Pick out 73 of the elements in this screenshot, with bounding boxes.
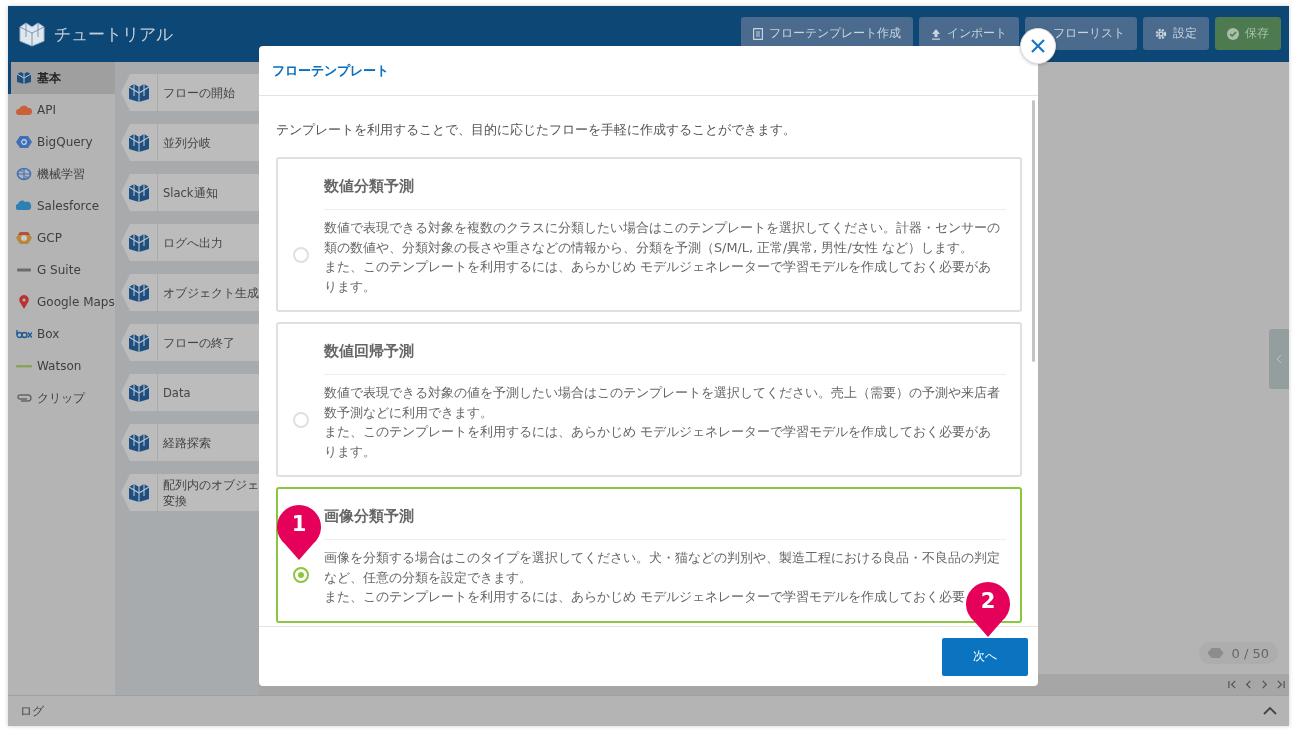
cube-logo-icon bbox=[18, 21, 46, 47]
sidebar-item[interactable]: クリップ bbox=[8, 382, 115, 414]
radio-button[interactable] bbox=[293, 246, 309, 263]
flow-node[interactable]: フローの終了 bbox=[121, 324, 259, 361]
flow-node[interactable]: Slack通知 bbox=[121, 174, 259, 211]
cube-icon bbox=[128, 182, 150, 203]
flow-node[interactable]: オブジェクト生成 bbox=[121, 274, 259, 311]
template-card[interactable]: 数値回帰予測 数値で表現できる対象の値を予測したい場合はこのテンプレートを選択してください。売上（需要）の予測や来店者数予測などに利用できます。 また、このテンプレートを利用するには、あらかじめ モデルジェネレーターで学習モデルを作成しておく必要があります。 bbox=[276, 322, 1022, 477]
cube-icon bbox=[128, 432, 150, 453]
hexagon-icon bbox=[16, 231, 32, 245]
cube-icon bbox=[128, 232, 150, 253]
cloud-icon bbox=[16, 103, 32, 117]
paperclip-icon bbox=[16, 391, 32, 405]
chevron-left-icon bbox=[1276, 354, 1282, 364]
template-description: 数値で表現できる対象を複数のクラスに分類したい場合はこのテンプレートを選択してください。計器・センサーの類の数値や、分類対象の長さや重さなどの情報から、分類を予測（S/M/L, 正常/異常, 男性/女性 など）します。 bbox=[324, 219, 1000, 257]
cube-icon bbox=[128, 132, 150, 153]
scrollbar[interactable] bbox=[1032, 100, 1035, 362]
flow-node[interactable]: フローの開始 bbox=[121, 74, 259, 111]
previous-icon[interactable] bbox=[1244, 680, 1253, 689]
template-title: 数値分類予測 bbox=[324, 173, 1006, 210]
flow-node[interactable]: 配列内のオブジェ 変換 bbox=[121, 474, 259, 511]
sidebar-item[interactable]: 基本 bbox=[8, 62, 115, 94]
upload-icon bbox=[931, 27, 941, 40]
cube-icon bbox=[128, 82, 150, 103]
cube-icon bbox=[128, 282, 150, 303]
flow-node[interactable]: ログへ出力 bbox=[121, 224, 259, 261]
flow-node[interactable]: 経路探索 bbox=[121, 424, 259, 461]
app-title: チュートリアル bbox=[54, 22, 173, 46]
template-description: また、このテンプレートを利用するには、あらかじめ モデルジェネレーターで学習モデルを作成しておく必要 bbox=[324, 588, 966, 606]
cube-icon bbox=[128, 332, 150, 353]
cloud-icon bbox=[16, 199, 32, 213]
cube-icon bbox=[128, 382, 150, 403]
check-circle-icon bbox=[1227, 27, 1239, 40]
sidebar-item[interactable]: 機械学習 bbox=[8, 158, 115, 190]
sidebar-item[interactable]: Watson bbox=[8, 350, 115, 382]
template-description: また、このテンプレートを利用するには、あらかじめ モデルジェネレーターで学習モデルを作成しておく必要があります。 bbox=[324, 423, 993, 461]
last-page-icon[interactable] bbox=[1276, 680, 1285, 689]
rings-logo-icon bbox=[16, 327, 32, 341]
flow-node[interactable]: Data bbox=[121, 374, 259, 411]
step-marker: 1 bbox=[275, 503, 323, 561]
log-title: ログ bbox=[20, 702, 44, 720]
radio-button[interactable] bbox=[293, 411, 309, 428]
intro-text: テンプレートを利用することで、目的に応じたフローを手軽に作成することができます。 bbox=[276, 122, 797, 139]
close-icon bbox=[1030, 38, 1046, 54]
hexagon-icon bbox=[16, 135, 32, 149]
template-description: また、このテンプレートを利用するには、あらかじめ モデルジェネレーターで学習モデルを作成しておく必要があります。 bbox=[324, 258, 993, 296]
first-page-icon[interactable] bbox=[1228, 680, 1237, 689]
radio-button[interactable] bbox=[293, 566, 309, 583]
flow-node[interactable]: 並列分岐 bbox=[121, 124, 259, 161]
cube-icon bbox=[128, 482, 150, 503]
brain-icon bbox=[16, 167, 32, 181]
sidebar-item[interactable]: API bbox=[8, 94, 115, 126]
template-description: 数値で表現できる対象の値を予測したい場合はこのテンプレートを選択してください。売上（需要）の予測や来店者数予測などに利用できます。 bbox=[324, 384, 1000, 422]
settings-icon bbox=[1155, 27, 1167, 40]
dialog-title: フローテンプレート bbox=[272, 61, 389, 80]
toolbar-button[interactable]: 設定 bbox=[1143, 17, 1209, 50]
sidebar-item[interactable]: G Suite bbox=[8, 254, 115, 286]
step-marker: 2 bbox=[964, 580, 1012, 638]
item-counter: 0 / 50 bbox=[1198, 642, 1278, 664]
next-button[interactable]: 次へ bbox=[942, 637, 1028, 676]
sidebar-item[interactable]: BigQuery bbox=[8, 126, 115, 158]
sidebar-item[interactable]: Google Maps bbox=[8, 286, 115, 318]
template-title: 画像分類予測 bbox=[324, 503, 1006, 540]
sidebar-item[interactable]: Salesforce bbox=[8, 190, 115, 222]
template-title: 数値回帰予測 bbox=[324, 338, 1006, 375]
next-icon[interactable] bbox=[1260, 680, 1269, 689]
sidebar-item[interactable]: GCP bbox=[8, 222, 115, 254]
template-card[interactable]: 数値分類予測 数値で表現できる対象を複数のクラスに分類したい場合はこのテンプレートを選択してください。計器・センサーの類の数値や、分類対象の長さや重さなどの情報から、分類を予測（S/M/L, 正常/異常, 男性/女性 など）します。 また、このテンプレートを利用するには、あらかじめ モデルジェネレーターで学習モデルを作成しておく必要があります。 bbox=[276, 157, 1022, 312]
cube-icon bbox=[16, 71, 32, 85]
map-pin-icon bbox=[16, 295, 32, 309]
caret-icon[interactable] bbox=[1263, 707, 1277, 715]
document-icon bbox=[753, 27, 763, 40]
sidebar-item[interactable]: Box bbox=[8, 318, 115, 350]
